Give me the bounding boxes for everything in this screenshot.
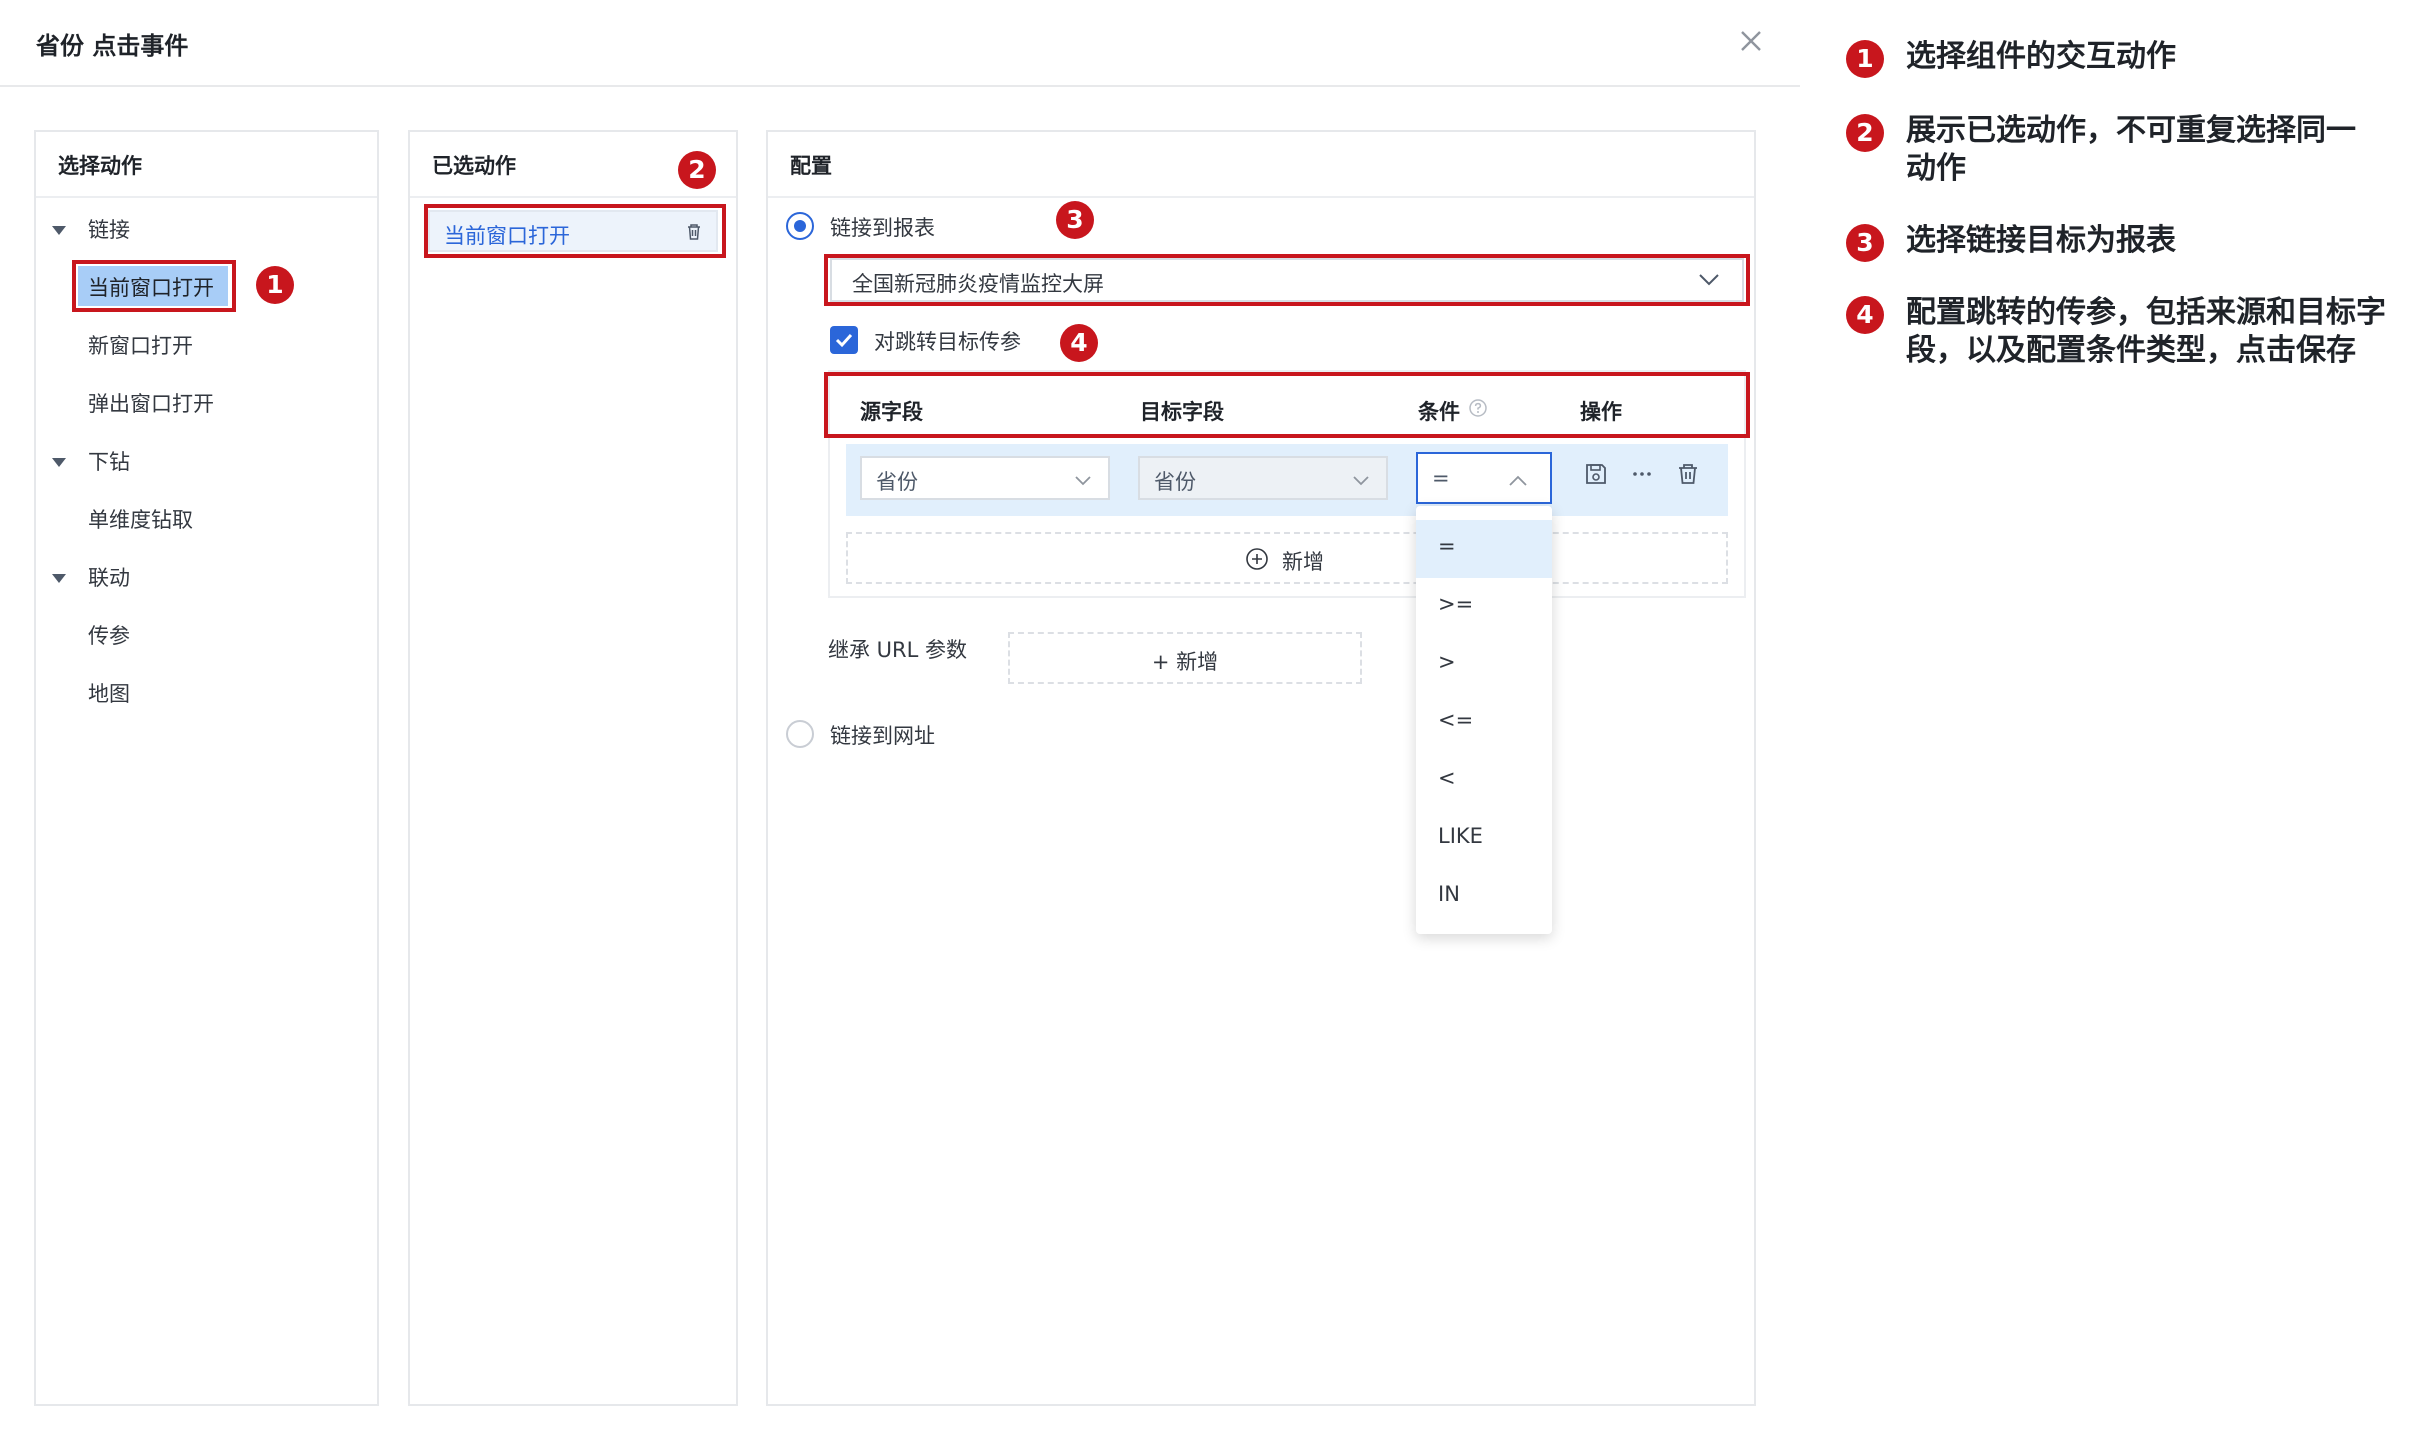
- chevron-up-icon: [1508, 472, 1528, 491]
- condition-option[interactable]: >: [1416, 636, 1552, 694]
- badge-4: 4: [1060, 324, 1098, 362]
- config-panel: 配置: [766, 130, 1756, 1406]
- badge-3: 3: [1056, 201, 1094, 239]
- condition-select[interactable]: =: [1416, 452, 1552, 504]
- legend-text-2: 展示已选动作，不可重复选择同一: [1906, 113, 2356, 148]
- condition-option-label: =: [1438, 534, 1456, 558]
- close-icon[interactable]: [1736, 26, 1766, 56]
- condition-option[interactable]: =: [1416, 520, 1552, 578]
- highlight-box-2: [424, 204, 726, 258]
- legend-badge-2: 2: [1846, 114, 1884, 152]
- condition-option-label: <=: [1438, 708, 1474, 732]
- legend-text-4: 配置跳转的传参，包括来源和目标字: [1906, 295, 2386, 330]
- condition-option[interactable]: IN: [1416, 868, 1552, 926]
- tree-item-new-window[interactable]: 新窗口打开: [88, 330, 193, 360]
- plus-circle-icon: [1244, 546, 1270, 576]
- condition-option[interactable]: <: [1416, 752, 1552, 810]
- highlight-box-3: [824, 254, 1750, 306]
- source-field-value: 省份: [876, 470, 918, 494]
- link-url-label: 链接到网址: [830, 724, 935, 748]
- config-panel-header: 配置: [768, 132, 1754, 198]
- action-panel-header: 选择动作: [36, 132, 377, 198]
- condition-option-label: >=: [1438, 592, 1474, 616]
- add-param-label: 新增: [1282, 550, 1324, 574]
- tree-group-linkage[interactable]: 联动: [88, 562, 130, 592]
- source-field-select[interactable]: 省份: [860, 456, 1110, 500]
- trash-icon[interactable]: [1676, 462, 1700, 490]
- condition-dropdown: = >= > <= < LIKE IN: [1416, 506, 1552, 934]
- badge-1: 1: [256, 266, 294, 304]
- target-field-value: 省份: [1154, 470, 1196, 494]
- action-panel: 选择动作: [34, 130, 379, 1406]
- dialog-title: 省份 点击事件: [36, 32, 189, 60]
- chevron-down-icon: [1074, 472, 1092, 491]
- add-param-button[interactable]: 新增: [846, 532, 1728, 584]
- badge-2: 2: [678, 151, 716, 189]
- inherit-url-add-label: + 新增: [1151, 650, 1219, 674]
- header-divider: [0, 85, 1800, 87]
- condition-option-label: IN: [1438, 882, 1460, 906]
- tree-group-drill[interactable]: 下钻: [88, 446, 130, 476]
- legend-text-1: 选择组件的交互动作: [1906, 39, 2176, 74]
- legend-text-3: 选择链接目标为报表: [1906, 223, 2176, 258]
- more-icon[interactable]: [1630, 462, 1654, 490]
- highlight-box-4: [824, 372, 1750, 438]
- pass-param-checkbox[interactable]: [830, 326, 858, 354]
- save-icon[interactable]: [1584, 462, 1608, 490]
- radio-link-url[interactable]: [786, 720, 814, 748]
- tree-item-popup-window[interactable]: 弹出窗口打开: [88, 388, 214, 418]
- action-panel-title: 选择动作: [58, 154, 142, 178]
- tree-item-map[interactable]: 地图: [88, 678, 130, 708]
- inherit-url-add-button[interactable]: + 新增: [1008, 632, 1362, 684]
- radio-link-report[interactable]: [786, 212, 814, 240]
- legend-badge-1: 1: [1846, 40, 1884, 78]
- condition-option[interactable]: >=: [1416, 578, 1552, 636]
- legend-badge-4: 4: [1846, 296, 1884, 334]
- config-panel-title: 配置: [790, 154, 832, 178]
- selected-panel: 已选动作: [408, 130, 738, 1406]
- condition-value: =: [1432, 466, 1450, 490]
- condition-option-label: LIKE: [1438, 824, 1483, 848]
- caret-down-icon[interactable]: [52, 574, 66, 583]
- link-report-label: 链接到报表: [830, 216, 935, 240]
- legend-text-2b: 动作: [1906, 151, 1966, 186]
- tree-group-link[interactable]: 链接: [88, 214, 130, 244]
- condition-option-label: >: [1438, 650, 1456, 674]
- caret-down-icon[interactable]: [52, 458, 66, 467]
- pass-param-label: 对跳转目标传参: [874, 330, 1021, 354]
- selected-panel-title: 已选动作: [432, 154, 516, 178]
- tree-item-single-drill[interactable]: 单维度钻取: [88, 504, 193, 534]
- condition-option-label: <: [1438, 766, 1456, 790]
- highlight-box-1: [72, 260, 236, 312]
- target-field-select[interactable]: 省份: [1138, 456, 1388, 500]
- inherit-url-label: 继承 URL 参数: [828, 638, 968, 662]
- legend-badge-3: 3: [1846, 224, 1884, 262]
- condition-option[interactable]: LIKE: [1416, 810, 1552, 868]
- tree-item-pass-param[interactable]: 传参: [88, 620, 130, 650]
- legend-text-4b: 段，以及配置条件类型，点击保存: [1906, 333, 2356, 368]
- chevron-down-icon: [1352, 472, 1370, 491]
- condition-option[interactable]: <=: [1416, 694, 1552, 752]
- caret-down-icon[interactable]: [52, 226, 66, 235]
